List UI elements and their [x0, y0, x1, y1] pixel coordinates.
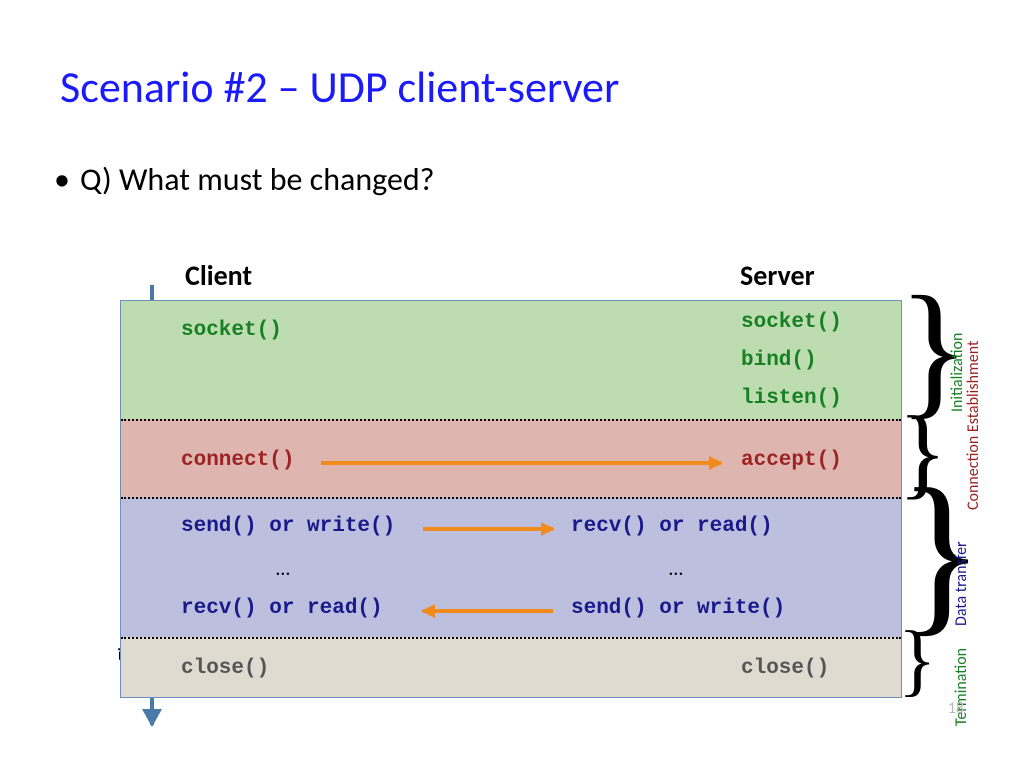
phase-diagram: socket() socket() bind() listen() connec…	[120, 300, 902, 698]
phase-termination: close() close()	[121, 637, 901, 697]
label-data-transfer: Data transfer	[952, 541, 971, 626]
term-server-close: close()	[741, 657, 829, 680]
label-connection: Connection Establishment	[964, 341, 983, 510]
brace-data: }	[898, 498, 984, 606]
column-header-client: Client	[185, 258, 252, 293]
question-bullet: Q) What must be changed?	[80, 160, 435, 199]
data-ellipsis-client: …	[276, 557, 290, 581]
phase-connection: connect() accept()	[121, 419, 901, 497]
page-number: 18	[948, 699, 964, 718]
column-header-server: Server	[740, 258, 815, 293]
arrow-recv-send	[423, 609, 553, 613]
data-client-send: send() or write()	[181, 515, 395, 538]
data-server-recv: recv() or read()	[571, 515, 773, 538]
arrow-connect-accept	[321, 461, 721, 465]
phase-initialization: socket() socket() bind() listen()	[121, 301, 901, 419]
init-server-bind: bind()	[741, 349, 817, 372]
slide: Scenario #2 – UDP client-server Q) What …	[0, 0, 1024, 768]
init-server-socket: socket()	[741, 311, 842, 334]
conn-server-accept: accept()	[741, 449, 842, 472]
data-client-recv: recv() or read()	[181, 597, 383, 620]
data-ellipsis-server: …	[669, 557, 683, 581]
arrow-send-recv	[423, 527, 553, 531]
conn-client-connect: connect()	[181, 449, 294, 472]
slide-title: Scenario #2 – UDP client-server	[60, 60, 619, 114]
init-server-listen: listen()	[741, 387, 842, 410]
term-client-close: close()	[181, 657, 269, 680]
init-client-socket: socket()	[181, 319, 282, 342]
brace-termination: }	[898, 636, 936, 684]
data-server-send: send() or write()	[571, 597, 785, 620]
phase-data-transfer: send() or write() recv() or read() … … r…	[121, 497, 901, 637]
